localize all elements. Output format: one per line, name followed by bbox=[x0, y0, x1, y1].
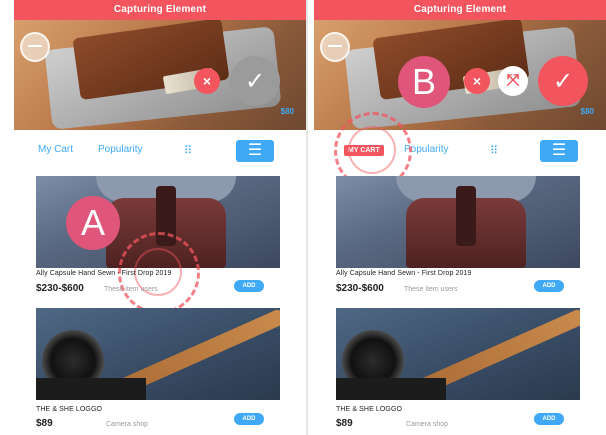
add-button[interactable]: ADD bbox=[234, 280, 264, 292]
avatar[interactable] bbox=[20, 32, 50, 62]
product-title: THE & SHE LOGGO bbox=[336, 406, 403, 413]
expand-button[interactable]: ⤧ bbox=[498, 66, 528, 96]
title-bar: Capturing Element bbox=[14, 0, 306, 20]
check-icon: ✓ bbox=[552, 67, 574, 95]
panel-a: Capturing Element $80 × ✓ My Cart Popula… bbox=[14, 0, 306, 435]
toolbar: My Cart Popularity ⠿ ☰ bbox=[14, 136, 306, 166]
tap-indicator-inner bbox=[348, 126, 396, 174]
tab-my-cart[interactable]: My Cart bbox=[38, 144, 73, 155]
strap-shape bbox=[456, 186, 476, 246]
product-title: Ally Capsule Hand Sewn - First Drop 2019 bbox=[36, 270, 172, 277]
menu-icon[interactable]: ☰ bbox=[540, 140, 578, 162]
add-button[interactable]: ADD bbox=[234, 413, 264, 425]
product-image-camera[interactable] bbox=[336, 308, 580, 400]
product-image-camera[interactable] bbox=[36, 308, 280, 400]
camera-body-shape bbox=[336, 378, 446, 400]
avatar[interactable] bbox=[320, 32, 350, 62]
expand-icon: ⤧ bbox=[506, 72, 520, 89]
hero-price: $80 bbox=[280, 107, 294, 116]
camera-body-shape bbox=[36, 378, 146, 400]
grid-icon[interactable]: ⠿ bbox=[184, 144, 192, 157]
divider bbox=[306, 0, 308, 435]
close-icon: × bbox=[472, 73, 482, 89]
add-button[interactable]: ADD bbox=[534, 280, 564, 292]
tab-popularity[interactable]: Popularity bbox=[98, 144, 142, 155]
hero-price: $80 bbox=[580, 107, 594, 116]
product-price: $89 bbox=[36, 418, 53, 429]
hero-image: $80 × ✓ bbox=[14, 20, 306, 130]
add-button[interactable]: ADD bbox=[534, 413, 564, 425]
panel-b: Capturing Element $80 × ⤧ ✓ B MY CART Po… bbox=[314, 0, 606, 435]
product-sub: Camera shop bbox=[106, 421, 149, 428]
product-price: $89 bbox=[336, 418, 353, 429]
marker-b: B bbox=[398, 56, 450, 108]
hero-image: $80 × ⤧ ✓ bbox=[314, 20, 606, 130]
cancel-button[interactable]: × bbox=[464, 68, 490, 94]
product-sub: Camera shop bbox=[406, 421, 449, 428]
title-bar: Capturing Element bbox=[314, 0, 606, 20]
confirm-button[interactable]: ✓ bbox=[538, 56, 588, 106]
close-icon: × bbox=[202, 73, 212, 89]
marker-a: A bbox=[66, 196, 120, 250]
product-price: $230-$600 bbox=[336, 283, 384, 294]
product-title: THE & SHE LOGGO bbox=[36, 406, 103, 413]
product-sub: These item users bbox=[404, 286, 458, 293]
check-icon: ✓ bbox=[244, 67, 266, 95]
product-sub: These item users bbox=[104, 286, 158, 293]
confirm-button[interactable]: ✓ bbox=[230, 56, 280, 106]
menu-icon[interactable]: ☰ bbox=[236, 140, 274, 162]
cancel-button[interactable]: × bbox=[194, 68, 220, 94]
grid-icon[interactable]: ⠿ bbox=[490, 144, 498, 157]
product-price: $230-$600 bbox=[36, 283, 84, 294]
product-title: Ally Capsule Hand Sewn - First Drop 2019 bbox=[336, 270, 472, 277]
product-image-backpack[interactable] bbox=[336, 176, 580, 268]
